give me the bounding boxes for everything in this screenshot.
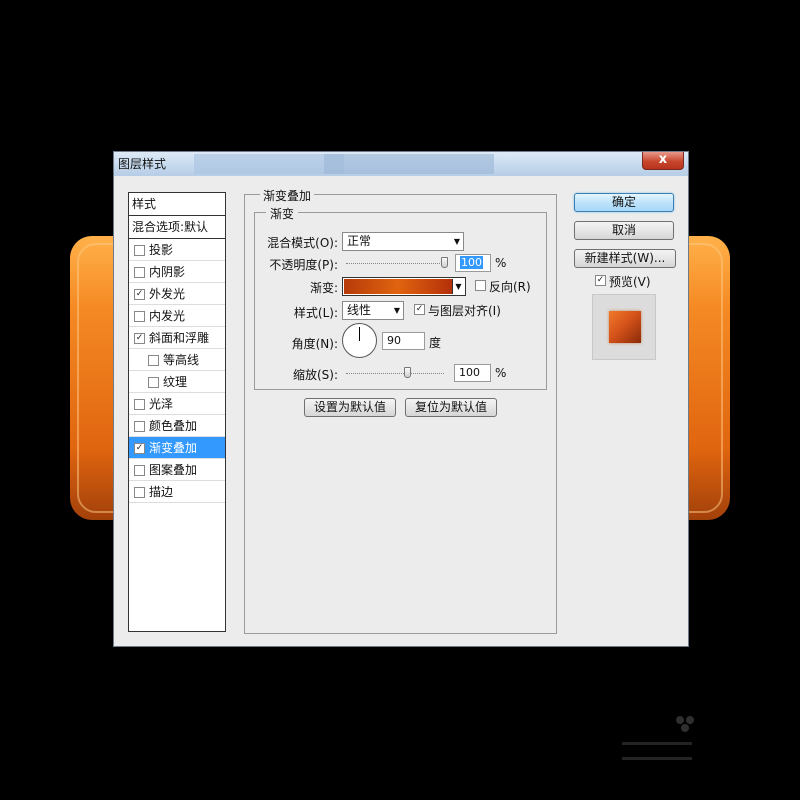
style-label: 样式(L): <box>293 306 338 320</box>
blend-mode-label: 混合模式(O): <box>267 236 338 250</box>
preview-checkbox[interactable]: ✓ <box>595 275 606 286</box>
list-item-drop-shadow[interactable]: 投影 <box>129 239 225 261</box>
checkbox[interactable] <box>134 421 145 432</box>
checkbox-checked[interactable]: ✓ <box>134 289 145 300</box>
gradient-label: 渐变: <box>309 281 338 295</box>
list-item-stroke[interactable]: 描边 <box>129 481 225 503</box>
title-bar[interactable]: 图层样式 x <box>114 152 688 176</box>
style-select[interactable]: 线性 ▼ <box>342 301 404 320</box>
angle-dial[interactable] <box>342 323 377 358</box>
scale-input[interactable]: 100 <box>454 364 491 382</box>
scale-unit: % <box>495 366 507 380</box>
scale-slider-thumb[interactable] <box>404 367 411 378</box>
opacity-slider-thumb[interactable] <box>441 257 448 268</box>
styles-header[interactable]: 样式 <box>129 193 225 216</box>
angle-unit: 度 <box>429 336 442 350</box>
cancel-button[interactable]: 取消 <box>574 221 674 240</box>
gradient-picker[interactable]: ▼ <box>342 277 466 296</box>
list-item-bevel-emboss[interactable]: ✓ 斜面和浮雕 <box>129 327 225 349</box>
gradient-swatch[interactable] <box>344 279 452 294</box>
checkbox[interactable] <box>134 311 145 322</box>
group-title: 渐变叠加 <box>260 187 315 204</box>
list-item-color-overlay[interactable]: 颜色叠加 <box>129 415 225 437</box>
opacity-input[interactable]: 100 <box>455 254 491 272</box>
style-list: 样式 混合选项:默认 投影 内阴影 ✓ 外发光 内发光 ✓ 斜面和浮雕 等高线 纹理… <box>128 192 226 632</box>
scale-label: 缩放(S): <box>292 368 338 382</box>
opacity-unit: % <box>495 256 507 270</box>
reverse-checkbox[interactable] <box>475 280 486 291</box>
close-icon: x <box>658 152 668 167</box>
angle-input[interactable]: 90 <box>382 332 425 350</box>
list-item-texture[interactable]: 纹理 <box>129 371 225 393</box>
checkbox[interactable] <box>148 355 159 366</box>
checkbox-checked[interactable]: ✓ <box>134 443 145 454</box>
new-style-button[interactable]: 新建样式(W)... <box>574 249 676 268</box>
checkbox[interactable] <box>134 245 145 256</box>
preview-label: 预览(V) <box>609 275 651 289</box>
make-default-button[interactable]: 设置为默认值 <box>304 398 396 417</box>
list-item-inner-glow[interactable]: 内发光 <box>129 305 225 327</box>
angle-dial-hand <box>359 327 360 341</box>
opacity-label: 不透明度(P): <box>269 258 338 272</box>
watermark-logo <box>622 716 694 760</box>
layer-style-dialog: 图层样式 x 样式 混合选项:默认 投影 内阴影 ✓ 外发光 内发光 ✓ 斜面和浮雕… <box>113 151 689 647</box>
checkbox-checked[interactable]: ✓ <box>134 333 145 344</box>
list-item-satin[interactable]: 光泽 <box>129 393 225 415</box>
style-preview <box>592 294 656 360</box>
window-title: 图层样式 <box>118 157 167 171</box>
list-item-outer-glow[interactable]: ✓ 外发光 <box>129 283 225 305</box>
dropdown-arrow-icon: ▼ <box>393 306 400 315</box>
list-item-inner-shadow[interactable]: 内阴影 <box>129 261 225 283</box>
subgroup-title: 渐变 <box>266 205 299 222</box>
blend-mode-select[interactable]: 正常 ▼ <box>342 232 464 251</box>
dropdown-arrow-icon: ▼ <box>453 237 460 246</box>
checkbox[interactable] <box>134 487 145 498</box>
scale-slider-track[interactable] <box>346 373 444 374</box>
reset-default-button[interactable]: 复位为默认值 <box>405 398 497 417</box>
opacity-slider-track[interactable] <box>346 263 448 264</box>
dropdown-arrow-icon[interactable]: ▼ <box>452 279 464 294</box>
checkbox[interactable] <box>134 267 145 278</box>
blend-options-item[interactable]: 混合选项:默认 <box>129 216 225 239</box>
list-item-gradient-overlay[interactable]: ✓ 渐变叠加 <box>129 437 225 459</box>
align-checkbox[interactable]: ✓ <box>414 304 425 315</box>
close-button[interactable]: x <box>642 152 684 170</box>
checkbox[interactable] <box>134 399 145 410</box>
list-item-contour[interactable]: 等高线 <box>129 349 225 371</box>
checkbox[interactable] <box>134 465 145 476</box>
align-label: 与图层对齐(I) <box>428 304 501 318</box>
preview-swatch <box>609 311 641 343</box>
ok-button[interactable]: 确定 <box>574 193 674 212</box>
angle-label: 角度(N): <box>291 337 338 351</box>
checkbox[interactable] <box>148 377 159 388</box>
list-item-pattern-overlay[interactable]: 图案叠加 <box>129 459 225 481</box>
reverse-label: 反向(R) <box>489 280 531 294</box>
